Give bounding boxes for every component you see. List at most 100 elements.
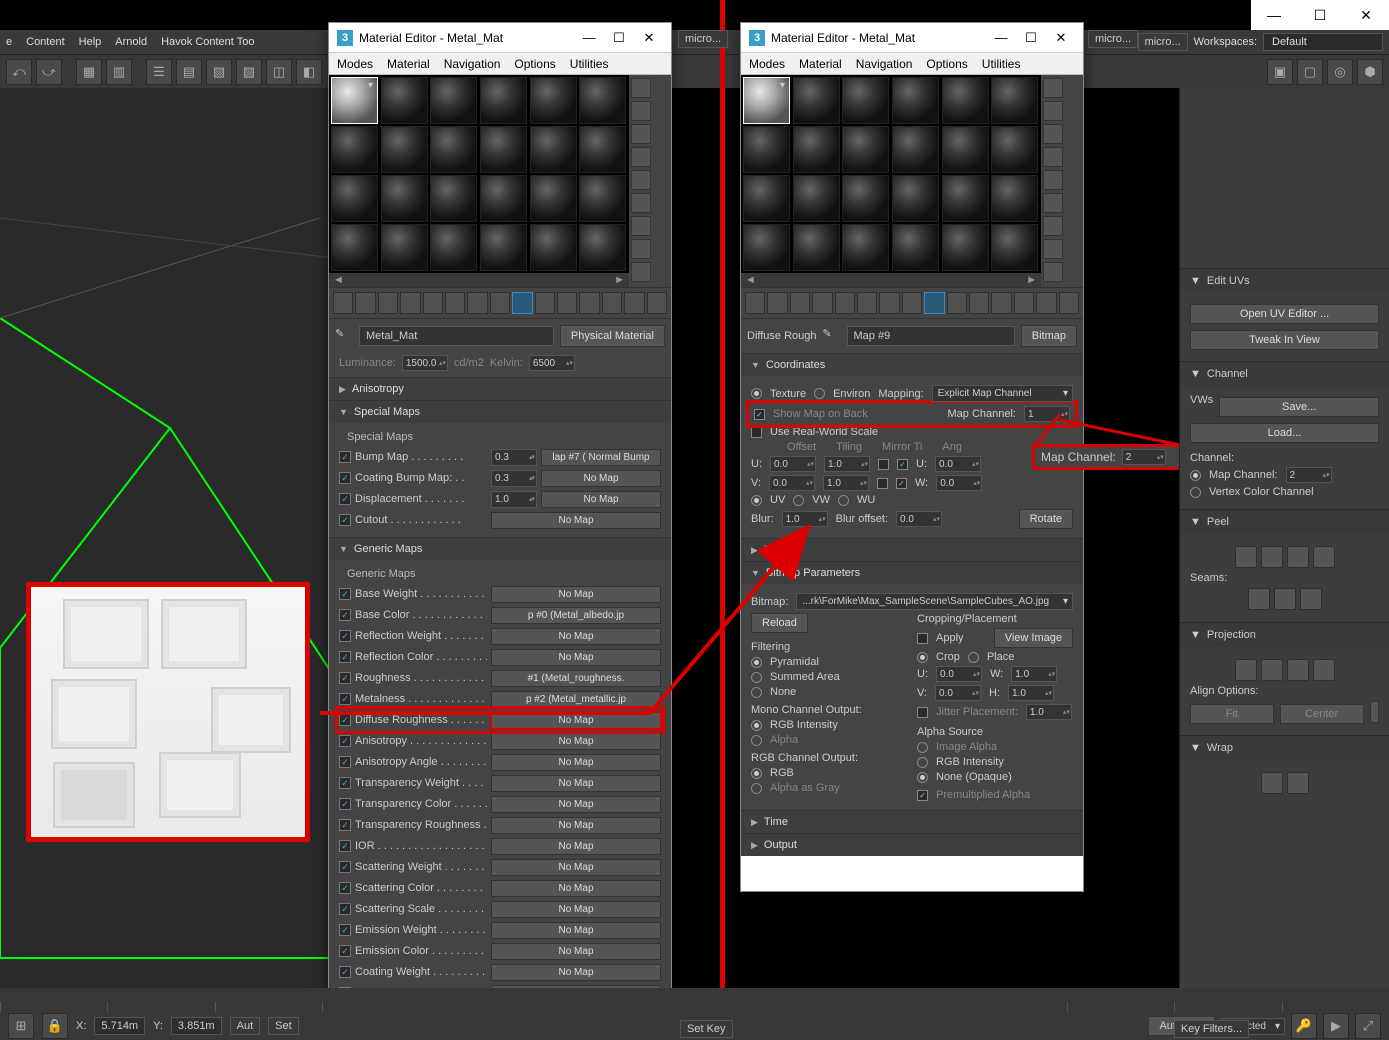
map-channel-value[interactable]: 2 [1286,467,1332,483]
filter-summed[interactable] [751,672,762,683]
sample-option-icon[interactable] [1043,193,1063,213]
map-slot-button[interactable]: No Map [491,859,661,876]
load-uv-button[interactable]: Load... [1190,423,1379,443]
menu-item[interactable]: Help [79,36,102,48]
sample-scrollbar[interactable]: ◄► [329,273,629,287]
sample-slot[interactable] [842,126,889,173]
map-enable-check[interactable]: ✓ [339,840,351,852]
u-offset[interactable]: 0.0 [770,456,816,472]
minimize-icon[interactable]: — [987,30,1015,46]
map-enable-check[interactable]: ✓ [339,945,351,957]
blur-spinner[interactable]: 1.0 [782,511,828,527]
map-slot-button[interactable]: No Map [491,964,661,981]
map-slot-button[interactable]: No Map [491,649,661,666]
map-channel-radio[interactable] [1190,470,1201,481]
map-slot-button[interactable]: No Map [491,712,661,729]
toolbar-icon[interactable]: ⤺ [6,59,32,85]
menu-item[interactable]: Content [26,36,65,48]
wrap-icon[interactable] [1287,772,1309,794]
sample-slot[interactable] [942,126,989,173]
alpha-none[interactable] [917,772,928,783]
material-tool-icon[interactable] [879,292,899,314]
tweak-in-view-button[interactable]: Tweak In View [1190,330,1379,350]
sample-slot[interactable] [793,77,840,124]
rollout-coordinates[interactable]: ▼Coordinates [741,354,1083,376]
menu-item[interactable]: Utilities [570,57,609,71]
map-enable-check[interactable]: ✓ [339,861,351,873]
map-slot-button[interactable]: No Map [491,838,661,855]
sample-option-icon[interactable] [631,193,651,213]
v-tiling[interactable]: 1.0 [823,475,869,491]
menu-item[interactable]: Modes [749,57,785,71]
sample-slots[interactable] [329,75,629,273]
toolbar-icon[interactable]: ⤻ [36,59,62,85]
map-enable-check[interactable]: ✓ [339,451,351,463]
sample-slot[interactable] [331,126,378,173]
kelvin-value[interactable]: 6500 [529,355,575,371]
map-slot-button[interactable]: p #0 (Metal_albedo.jp [491,607,661,624]
sample-slot[interactable] [892,175,939,222]
sample-slot[interactable] [842,175,889,222]
sample-option-icon[interactable] [1043,78,1063,98]
sample-slot[interactable] [331,77,378,124]
key-filters-button[interactable]: Key Filters... [1174,1020,1249,1038]
key-icon[interactable]: 🔑 [1291,1013,1317,1039]
sample-option-icon[interactable] [631,101,651,121]
sample-slot[interactable] [480,77,527,124]
sample-slot[interactable] [892,126,939,173]
crop-h[interactable]: 1.0 [1008,685,1054,701]
seam-icon[interactable] [1248,588,1270,610]
bitmap-path-button[interactable]: ...rk\ForMike\Max_SampleScene\SampleCube… [796,593,1073,610]
map-enable-check[interactable]: ✓ [339,693,351,705]
map-slot-button[interactable]: No Map [491,901,661,918]
map-slot-button[interactable]: No Map [491,775,661,792]
material-tool-icon[interactable] [1014,292,1034,314]
save-uv-button[interactable]: Save... [1219,397,1379,417]
sample-slot[interactable] [942,175,989,222]
toolbar-icon[interactable]: ▦ [76,59,102,85]
toolbar-icon[interactable]: ▧ [206,59,232,85]
map-slot-button[interactable]: p #2 (Metal_metallic.jp [491,691,661,708]
rgb-rgb[interactable] [751,768,762,779]
sample-slot[interactable] [331,224,378,271]
w-angle[interactable]: 0.0 [936,475,982,491]
map-amount-spinner[interactable]: 0.3 [491,470,537,487]
map-enable-check[interactable]: ✓ [339,588,351,600]
u-angle[interactable]: 0.0 [935,456,981,472]
real-world-check[interactable] [751,427,762,438]
luminance-value[interactable]: 1500.0 [402,355,448,371]
menu-item[interactable]: Material [799,57,842,71]
material-tool-icon[interactable] [557,292,577,314]
crop-radio[interactable] [917,652,928,663]
menu-item[interactable]: Options [926,57,967,71]
sample-slot[interactable] [381,126,428,173]
minimize-button[interactable]: — [1251,0,1297,30]
sample-slot[interactable] [793,175,840,222]
proj-sph-icon[interactable] [1287,659,1309,681]
peel-icon[interactable] [1287,546,1309,568]
texture-radio[interactable] [751,388,762,399]
map-slot-button[interactable]: No Map [491,817,661,834]
sample-slot[interactable] [480,224,527,271]
sample-slot[interactable] [579,126,626,173]
map-amount-spinner[interactable]: 0.3 [491,449,537,466]
sample-slot[interactable] [480,175,527,222]
rollout-channel[interactable]: ▼Channel [1180,361,1389,386]
menu-item[interactable]: Navigation [856,57,913,71]
reload-button[interactable]: Reload [751,613,808,633]
sample-slots[interactable] [741,75,1041,273]
place-radio[interactable] [968,652,979,663]
material-tool-icon[interactable] [490,292,510,314]
sample-option-icon[interactable] [1043,124,1063,144]
material-tool-icon[interactable] [835,292,855,314]
sample-slot[interactable] [892,77,939,124]
sample-option-icon[interactable] [631,147,651,167]
premult-check[interactable]: ✓ [917,790,928,801]
map-slot-button[interactable]: lap #7 ( Normal Bump [541,449,661,466]
map-slot-button[interactable]: No Map [491,880,661,897]
map-channel-spinner[interactable]: 1 [1024,406,1070,422]
sample-option-icon[interactable] [1043,170,1063,190]
filter-pyramidal[interactable] [751,657,762,668]
map-name-input[interactable] [847,326,1015,346]
sample-slot[interactable] [842,224,889,271]
